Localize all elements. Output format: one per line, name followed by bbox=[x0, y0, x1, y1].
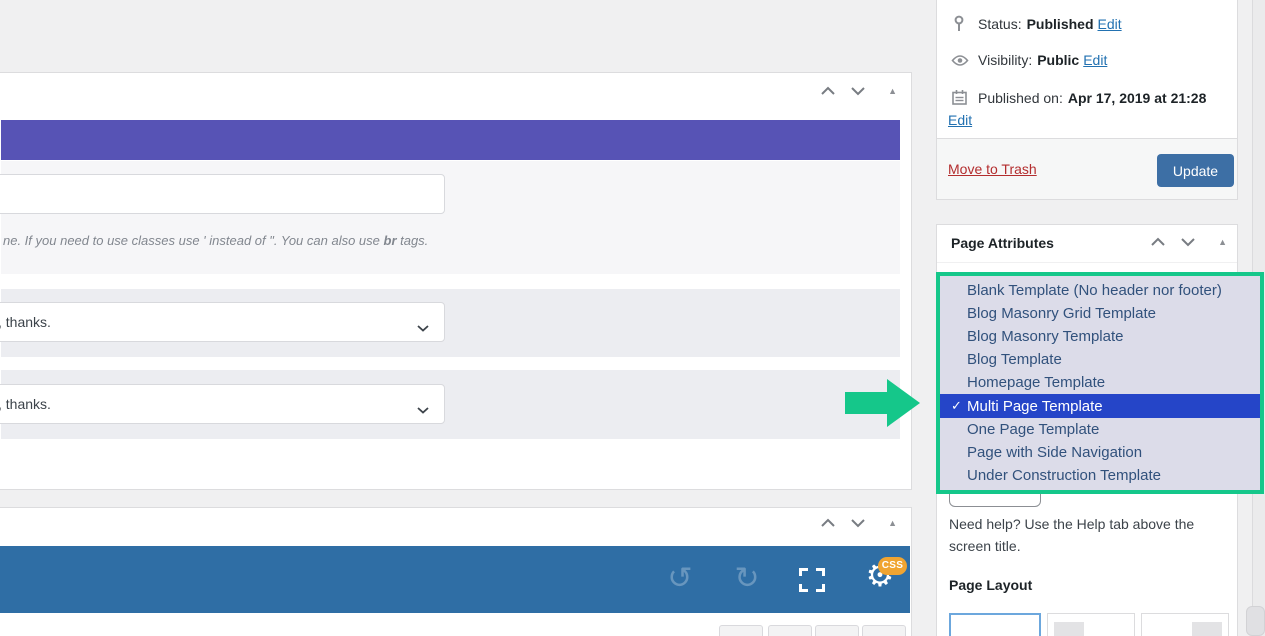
publishing-actions: Move to Trash Update bbox=[937, 138, 1237, 199]
undo-icon[interactable]: ↺ bbox=[665, 560, 695, 598]
wordpress-page-editor: ▲ ne. If you need to use classes use ' i… bbox=[0, 0, 1265, 636]
template-option-label: Blank Template (No header nor footer) bbox=[967, 282, 1222, 299]
select-dropdown-2[interactable]: , thanks. bbox=[0, 384, 445, 424]
collapse-toggle-icon[interactable]: ▲ bbox=[888, 519, 897, 528]
page-layout-option-default[interactable] bbox=[949, 613, 1041, 636]
template-option[interactable]: ✓ Multi Page Template bbox=[940, 394, 1260, 417]
chevron-down-icon bbox=[416, 401, 430, 417]
page-layout-option-left-sidebar[interactable] bbox=[1047, 613, 1135, 636]
move-to-trash-link[interactable]: Move to Trash bbox=[948, 161, 1037, 177]
template-option[interactable]: Blog Masonry Template bbox=[940, 325, 1260, 348]
published-on-label: Published on: bbox=[978, 90, 1063, 106]
editor-toolbar: ↺ ↻ ⚙ bbox=[0, 546, 910, 613]
page-layout-label: Page Layout bbox=[949, 577, 1032, 593]
move-up-icon[interactable] bbox=[820, 518, 836, 528]
purple-header-bar bbox=[1, 120, 900, 160]
published-on-row: Published on: Apr 17, 2019 at 21:28 bbox=[951, 89, 1210, 106]
template-option-label: Blog Masonry Grid Template bbox=[967, 305, 1156, 322]
collapse-toggle-icon[interactable]: ▲ bbox=[888, 87, 897, 96]
template-option-label: One Page Template bbox=[967, 421, 1099, 438]
css-badge: CSS bbox=[878, 557, 907, 575]
annotation-arrow-head bbox=[887, 379, 920, 427]
text-input[interactable] bbox=[0, 174, 445, 214]
move-up-icon[interactable] bbox=[1150, 237, 1166, 247]
field-section-1: ne. If you need to use classes use ' ins… bbox=[1, 161, 900, 274]
template-option[interactable]: Blog Masonry Grid Template bbox=[940, 302, 1260, 325]
template-option[interactable]: Blog Template bbox=[940, 348, 1260, 371]
update-button[interactable]: Update bbox=[1157, 154, 1234, 187]
editor-mini-button-1[interactable] bbox=[719, 625, 763, 636]
template-option-label: Homepage Template bbox=[967, 374, 1105, 391]
template-option[interactable]: One Page Template bbox=[940, 418, 1260, 441]
editor-mini-button-4[interactable] bbox=[862, 625, 906, 636]
checkmark-icon: ✓ bbox=[951, 398, 962, 414]
redo-icon[interactable]: ↻ bbox=[732, 560, 762, 598]
visibility-value: Public bbox=[1037, 52, 1079, 68]
template-option[interactable]: Blank Template (No header nor footer) bbox=[940, 279, 1260, 302]
status-label: Status: bbox=[978, 16, 1022, 32]
status-edit-link[interactable]: Edit bbox=[1098, 16, 1122, 32]
select-2-value: , thanks. bbox=[0, 396, 51, 412]
editor-mini-button-2[interactable] bbox=[768, 625, 812, 636]
collapse-toggle-icon[interactable]: ▲ bbox=[1218, 238, 1227, 247]
helper-text: ne. If you need to use classes use ' ins… bbox=[3, 233, 428, 248]
field-section-2: , thanks. bbox=[1, 289, 900, 357]
page-attributes-header[interactable]: Page Attributes ▲ bbox=[937, 225, 1237, 263]
eye-icon bbox=[951, 54, 978, 67]
fullscreen-icon[interactable] bbox=[799, 568, 825, 592]
template-option[interactable]: Homepage Template bbox=[940, 371, 1260, 394]
help-text: Need help? Use the Help tab above the sc… bbox=[949, 513, 1223, 557]
page-layout-option-right-sidebar[interactable] bbox=[1141, 613, 1229, 636]
select-1-value: , thanks. bbox=[0, 314, 51, 330]
select-dropdown-1[interactable]: , thanks. bbox=[0, 302, 445, 342]
published-on-value: Apr 17, 2019 at 21:28 bbox=[1068, 90, 1207, 106]
field-section-3: , thanks. bbox=[1, 370, 900, 439]
sidebar-right-block bbox=[1192, 622, 1222, 636]
template-option-label: Page with Side Navigation bbox=[967, 444, 1142, 461]
move-down-icon[interactable] bbox=[850, 518, 866, 528]
publish-metabox: Status: Published Edit Visibility: Publi… bbox=[936, 0, 1238, 200]
template-option-label: Blog Masonry Template bbox=[967, 328, 1123, 345]
template-dropdown-list: Blank Template (No header nor footer) Blo… bbox=[936, 272, 1264, 494]
template-option-label: Under Construction Template bbox=[967, 467, 1161, 484]
annotation-arrow bbox=[845, 392, 888, 414]
visibility-edit-link[interactable]: Edit bbox=[1083, 52, 1107, 68]
metabox-controls: ▲ bbox=[820, 518, 897, 528]
metabox-upper: ▲ ne. If you need to use classes use ' i… bbox=[0, 72, 912, 490]
visibility-row: Visibility: Public Edit bbox=[951, 52, 1107, 68]
chevron-down-icon bbox=[416, 319, 430, 335]
move-down-icon[interactable] bbox=[850, 86, 866, 96]
template-option[interactable]: Page with Side Navigation bbox=[940, 441, 1260, 464]
metabox-lower: ▲ ↺ ↻ ⚙ CSS bbox=[0, 507, 912, 636]
metabox-controls: ▲ bbox=[820, 86, 897, 96]
calendar-icon bbox=[951, 89, 978, 106]
sidebar-left-block bbox=[1054, 622, 1084, 636]
move-down-icon[interactable] bbox=[1180, 237, 1196, 247]
page-attributes-title: Page Attributes bbox=[951, 235, 1054, 251]
editor-mini-button-3[interactable] bbox=[815, 625, 859, 636]
scrollbar-thumb[interactable] bbox=[1246, 606, 1265, 636]
template-option-label: Blog Template bbox=[967, 351, 1062, 368]
visibility-label: Visibility: bbox=[978, 52, 1032, 68]
metabox-controls: ▲ bbox=[1150, 237, 1227, 247]
template-option-label: Multi Page Template bbox=[967, 398, 1103, 415]
published-edit-link[interactable]: Edit bbox=[948, 112, 972, 128]
status-row: Status: Published Edit bbox=[951, 15, 1122, 32]
status-value: Published bbox=[1027, 16, 1094, 32]
pin-icon bbox=[951, 15, 978, 32]
template-option[interactable]: Under Construction Template bbox=[940, 464, 1260, 487]
move-up-icon[interactable] bbox=[820, 86, 836, 96]
